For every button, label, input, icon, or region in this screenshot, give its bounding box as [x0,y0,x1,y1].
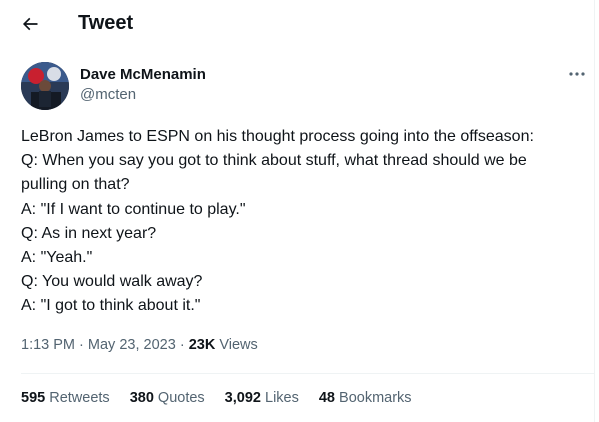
bookmarks-count: 48 [318,390,335,406]
retweets-link[interactable]: 595 Retweets [21,389,110,407]
more-dots-icon [569,72,585,76]
retweets-label: Retweets [49,390,110,406]
tweet-time: 1:13 PM [21,337,75,353]
avatar-image [21,62,69,110]
tweet-line: A: "I got to think about it." [21,297,201,315]
quotes-label: Quotes [157,390,205,406]
bookmarks-link[interactable]: 48 Bookmarks [319,389,412,407]
back-arrow-icon [22,17,38,31]
author-name[interactable]: Dave McMenamin [80,66,206,84]
meta-separator: · [79,337,84,353]
likes-label: Likes [265,390,299,406]
tweet-line: pulling on that? [21,176,130,194]
tweet-line: LeBron James to ESPN on his thought proc… [21,128,534,145]
tweet-date: May 23, 2023 [87,337,176,353]
avatar[interactable] [21,62,69,110]
tweet-line: Q: When you say you got to think about s… [21,152,527,170]
likes-link[interactable]: 3,092 Likes [225,389,299,407]
tweet-line: Q: You would walk away? [21,273,203,291]
bookmarks-label: Bookmarks [339,390,412,406]
views-link[interactable]: 23K Views [189,337,258,353]
meta-separator: · [179,337,185,353]
tweet-line: A: "If I want to continue to play." [21,200,246,218]
tweet-line: Q: As in next year? [21,224,157,242]
timestamp-link[interactable]: 1:13 PM · May 23, 2023 [21,337,176,353]
header: Tweet [0,0,594,48]
views-label: Views [219,337,258,353]
tweet-line: A: "Yeah." [21,249,93,267]
divider [21,373,594,374]
quotes-count: 380 [129,390,154,406]
quotes-link[interactable]: 380 Quotes [130,389,205,407]
more-button[interactable] [562,62,592,86]
tweet-page: Tweet Dave McMenamin @mcten LeBron James… [0,0,599,422]
back-button[interactable] [12,6,48,42]
views-count: 23K [188,337,216,353]
column-divider [594,0,595,422]
retweets-count: 595 [21,390,46,406]
likes-count: 3,092 [224,390,261,406]
tweet-text: LeBron James to ESPN on his thought proc… [21,125,591,319]
page-title: Tweet [78,12,134,34]
engagement-stats: 595 Retweets 380 Quotes 3,092 Likes 48 B… [21,389,412,407]
author-handle[interactable]: @mcten [80,86,136,104]
tweet-meta: 1:13 PM · May 23, 2023 · 23K Views [21,336,258,354]
